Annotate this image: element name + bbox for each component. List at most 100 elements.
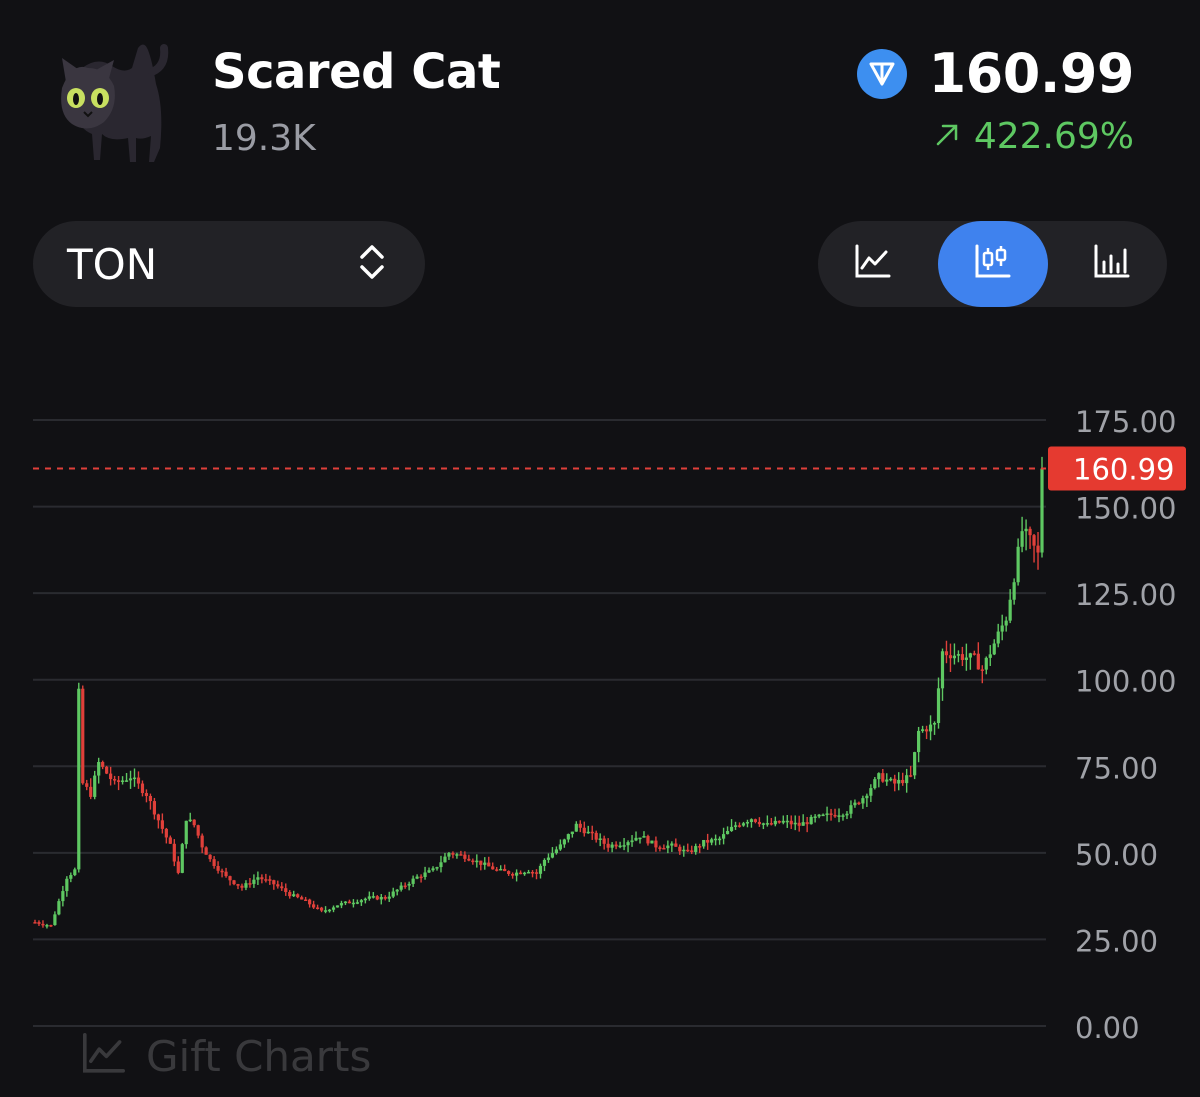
candle-body [849, 805, 853, 814]
candlestick-icon [973, 242, 1013, 286]
gift-name: Scared Cat [212, 44, 501, 100]
chart-type-line-button[interactable] [818, 221, 928, 307]
candle-body [662, 847, 666, 850]
y-tick-label: 25.00 [1075, 924, 1158, 958]
candle-body [976, 653, 980, 670]
candle-body [53, 914, 57, 926]
candle-body [455, 854, 459, 856]
candle-body [479, 860, 483, 865]
candle-body [391, 891, 395, 897]
candle-body [204, 847, 208, 855]
candle-body [773, 820, 777, 825]
candle-body [932, 723, 937, 725]
candle-body [733, 825, 738, 827]
candle-body [964, 657, 968, 660]
candle-body [296, 894, 300, 898]
candle-body [948, 655, 953, 659]
candle-body [236, 884, 240, 886]
candle-body [256, 877, 260, 880]
candle-body [276, 884, 280, 887]
candle-body [702, 839, 706, 847]
candle-body [73, 869, 77, 876]
candle-body [928, 724, 933, 732]
candle-body [789, 820, 793, 825]
candle-body [1008, 599, 1012, 621]
candle-body [570, 831, 574, 835]
candle-body [725, 830, 730, 835]
candle-body [741, 823, 746, 826]
candle-body [487, 862, 491, 867]
candle-body [419, 876, 423, 879]
candle-body [674, 843, 678, 847]
candle-body [208, 854, 212, 860]
candle-body [459, 854, 463, 856]
candle-body [304, 899, 308, 902]
candle-body [188, 819, 192, 822]
candle-body [101, 762, 105, 767]
candle-body [881, 773, 885, 782]
candle-body [526, 871, 531, 874]
candle-body [319, 907, 324, 911]
candle-body [721, 834, 726, 839]
candle-body [260, 877, 264, 880]
candle-body [1000, 625, 1004, 632]
candle-body [781, 820, 785, 823]
candle-body [323, 910, 328, 912]
candle-body [156, 814, 160, 821]
candle-body [228, 876, 232, 881]
candle-body [1012, 582, 1016, 600]
candle-body [280, 886, 284, 889]
candle-body [359, 900, 363, 903]
candle-body [658, 847, 662, 849]
candle-body [168, 837, 172, 844]
candle-body [626, 842, 630, 846]
candle-body [240, 885, 244, 888]
candle-body [252, 879, 256, 884]
candle-body [244, 883, 248, 888]
candle-body [515, 872, 519, 876]
chart-type-bar-button[interactable] [1057, 221, 1167, 307]
candle-body [128, 778, 133, 781]
candle-body [642, 836, 646, 838]
candle-body [861, 798, 865, 804]
candle-body [89, 786, 93, 797]
candle-body [312, 904, 316, 908]
candle-body [335, 905, 340, 908]
candle-body [538, 865, 543, 874]
currency-label: TON [67, 239, 158, 289]
candle-body [507, 871, 511, 874]
candle-body [427, 870, 431, 873]
price-chart[interactable]: 0.00 25.00 50.00 75.00 100.00 125.00 150.00 175… [0, 380, 1200, 1097]
candle-body [447, 853, 451, 857]
candle-body [893, 778, 897, 784]
candle-body [877, 773, 881, 780]
candle-body [885, 779, 889, 782]
candle-body [248, 883, 252, 885]
candle-body [343, 901, 348, 904]
candle-body [232, 880, 236, 885]
candle-body [869, 788, 873, 796]
candle-body [383, 897, 387, 899]
gift-supply: 19.3K [212, 118, 316, 159]
candle-body [160, 820, 164, 829]
candle-body [1004, 620, 1008, 626]
candle-body [801, 822, 805, 826]
candle-body [590, 831, 594, 834]
candle-body [331, 907, 336, 910]
candle-body [694, 846, 698, 852]
candle-body [690, 850, 694, 852]
candle-body [288, 892, 292, 897]
chevron-updown-icon [359, 244, 385, 284]
candle-body [1020, 531, 1024, 547]
candle-body [562, 839, 566, 845]
candle-body [200, 835, 204, 848]
current-price: 160.99 [928, 42, 1135, 105]
chart-type-candlestick-button[interactable] [938, 221, 1048, 307]
candle-body [534, 872, 539, 874]
candle-body [367, 896, 371, 899]
candle-body [634, 837, 638, 841]
candle-body [395, 889, 399, 892]
currency-select[interactable]: TON [33, 221, 425, 307]
candle-body [116, 780, 121, 782]
candle-body [761, 823, 765, 825]
